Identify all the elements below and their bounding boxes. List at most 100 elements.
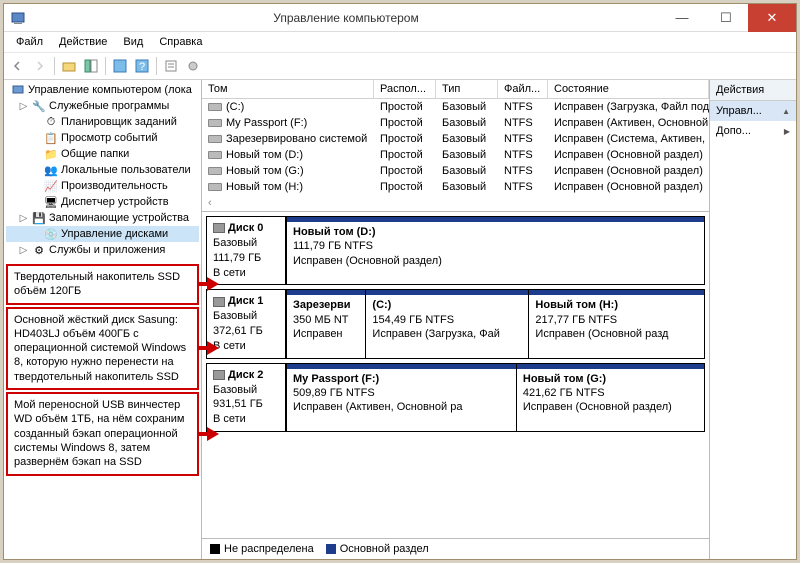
window-buttons: — ☐ ✕ xyxy=(660,4,796,32)
tree-item-label: Просмотр событий xyxy=(61,132,158,144)
tree-item-label: Производительность xyxy=(61,180,168,192)
tree-item-label: Запоминающие устройства xyxy=(49,212,189,224)
volume-header: Том Распол... Тип Файл... Состояние xyxy=(202,80,709,99)
action-manage[interactable]: Управл...▲ xyxy=(710,101,796,121)
arrow-icon xyxy=(207,427,219,441)
volume-row[interactable]: My Passport (F:)ПростойБазовыйNTFSИсправ… xyxy=(202,115,709,131)
properties-button[interactable] xyxy=(161,56,181,76)
folder-button[interactable] xyxy=(59,56,79,76)
col-volume[interactable]: Том xyxy=(202,80,374,98)
partition[interactable]: Новый том (D:)111,79 ГБ NTFSИсправен (Ос… xyxy=(286,217,704,284)
refresh-button[interactable] xyxy=(110,56,130,76)
menu-action[interactable]: Действие xyxy=(53,34,113,50)
drive-icon xyxy=(208,135,222,143)
tree-item[interactable]: 📁Общие папки xyxy=(6,146,199,162)
drive-icon xyxy=(208,103,222,111)
disk-info[interactable]: Диск 2Базовый931,51 ГБВ сети xyxy=(206,363,286,432)
tree-item[interactable]: ▷⚙Службы и приложения xyxy=(6,242,199,258)
tree-item[interactable]: 💿Управление дисками xyxy=(6,226,199,242)
tree-item[interactable]: 👥Локальные пользователи xyxy=(6,162,199,178)
menu-help[interactable]: Справка xyxy=(153,34,208,50)
disk-info[interactable]: Диск 0Базовый111,79 ГБВ сети xyxy=(206,216,286,285)
tree-item-label: Управление дисками xyxy=(61,228,168,240)
tree-node-icon: 💾 xyxy=(32,211,46,225)
back-button[interactable] xyxy=(8,56,28,76)
window: Управление компьютером — ☐ ✕ Файл Действ… xyxy=(3,3,797,560)
tree-item[interactable]: 📋Просмотр событий xyxy=(6,130,199,146)
col-layout[interactable]: Распол... xyxy=(374,80,436,98)
volume-row[interactable]: (C:)ПростойБазовыйNTFSИсправен (Загрузка… xyxy=(202,99,709,115)
titlebar: Управление компьютером — ☐ ✕ xyxy=(4,4,796,32)
tree-item-label: Локальные пользователи xyxy=(61,164,191,176)
tree-item[interactable]: 📈Производительность xyxy=(6,178,199,194)
forward-button[interactable] xyxy=(30,56,50,76)
tree-item-label: Службы и приложения xyxy=(49,244,165,256)
disk-icon xyxy=(213,370,225,380)
disk-partitions: Зарезерви350 МБ NTИсправен(C:)154,49 ГБ … xyxy=(286,289,705,358)
tree-root-item[interactable]: Управление компьютером (лока xyxy=(6,82,199,98)
tree-node-icon: ⏱ xyxy=(44,115,58,129)
legend-unallocated: Не распределена xyxy=(210,543,314,555)
disk-block: Диск 2Базовый931,51 ГБВ сетиMy Passport … xyxy=(206,363,705,432)
volume-row[interactable]: Новый том (D:)ПростойБазовыйNTFSИсправен… xyxy=(202,147,709,163)
help-button[interactable]: ? xyxy=(132,56,152,76)
expand-icon[interactable]: ▷ xyxy=(18,101,29,112)
volume-row[interactable]: Зарезервировано системойПростойБазовыйNT… xyxy=(202,131,709,147)
partition[interactable]: Новый том (G:)421,62 ГБ NTFSИсправен (Ос… xyxy=(516,364,704,431)
tree-node-icon: 📋 xyxy=(44,131,58,145)
window-title: Управление компьютером xyxy=(32,11,660,25)
annotation-usb: Мой переносной USB винчестер WD объём 1Т… xyxy=(6,392,199,475)
annotation-ssd: Твердотельный накопитель SSD объём 120ГБ xyxy=(6,264,199,305)
annotation-hdd: Основной жёсткий диск Sasung: HD403LJ об… xyxy=(6,307,199,390)
volume-table: Том Распол... Тип Файл... Состояние (C:)… xyxy=(202,80,709,212)
scroll-left-icon[interactable]: ‹ xyxy=(202,195,709,211)
disk-icon xyxy=(213,223,225,233)
tree-node-icon: 👥 xyxy=(44,163,58,177)
drive-icon xyxy=(208,119,222,127)
layout-button[interactable] xyxy=(81,56,101,76)
chevron-right-icon: ▶ xyxy=(784,127,790,136)
arrow-icon xyxy=(207,341,219,355)
annotations: Твердотельный накопитель SSD объём 120ГБ… xyxy=(4,260,201,559)
app-icon xyxy=(10,10,26,26)
menu-view[interactable]: Вид xyxy=(117,34,149,50)
partition[interactable]: My Passport (F:)509,89 ГБ NTFSИсправен (… xyxy=(286,364,516,431)
drive-icon xyxy=(208,183,222,191)
tree-item[interactable]: ▷💾Запоминающие устройства xyxy=(6,210,199,226)
volume-row[interactable]: Новый том (H:)ПростойБазовыйNTFSИсправен… xyxy=(202,179,709,195)
arrow-icon xyxy=(207,277,219,291)
content: Управление компьютером (лока ▷🔧Служебные… xyxy=(4,80,796,559)
actions-pane: Действия Управл...▲ Допо...▶ xyxy=(710,80,796,559)
menu-file[interactable]: Файл xyxy=(10,34,49,50)
col-type[interactable]: Тип xyxy=(436,80,498,98)
toolbar: ? xyxy=(4,53,796,80)
actions-title: Действия xyxy=(710,80,796,101)
tree-item[interactable]: ▷🔧Служебные программы xyxy=(6,98,199,114)
tree-item[interactable]: 🖥Диспетчер устройств xyxy=(6,194,199,210)
tree-node-icon: 🔧 xyxy=(32,99,46,113)
legend-primary: Основной раздел xyxy=(326,543,429,555)
action-more[interactable]: Допо...▶ xyxy=(710,121,796,141)
tree-node-icon: ⚙ xyxy=(32,243,46,257)
expand-icon[interactable]: ▷ xyxy=(18,213,29,224)
tree-item-label: Служебные программы xyxy=(49,100,169,112)
minimize-button[interactable]: — xyxy=(660,4,704,32)
legend: Не распределена Основной раздел xyxy=(202,538,709,559)
settings-button[interactable] xyxy=(183,56,203,76)
menubar: Файл Действие Вид Справка xyxy=(4,32,796,53)
tree-item-label: Диспетчер устройств xyxy=(61,196,169,208)
partition[interactable]: Зарезерви350 МБ NTИсправен xyxy=(286,290,365,357)
volume-row[interactable]: Новый том (G:)ПростойБазовыйNTFSИсправен… xyxy=(202,163,709,179)
tree-item[interactable]: ⏱Планировщик заданий xyxy=(6,114,199,130)
center-pane: Том Распол... Тип Файл... Состояние (C:)… xyxy=(202,80,710,559)
col-state[interactable]: Состояние xyxy=(548,80,709,98)
partition[interactable]: Новый том (H:)217,77 ГБ NTFSИсправен (Ос… xyxy=(528,290,704,357)
tree-node-icon: 📁 xyxy=(44,147,58,161)
expand-icon[interactable]: ▷ xyxy=(18,245,29,256)
tree: Управление компьютером (лока ▷🔧Служебные… xyxy=(4,80,201,260)
close-button[interactable]: ✕ xyxy=(748,4,796,32)
partition[interactable]: (C:)154,49 ГБ NTFSИсправен (Загрузка, Фа… xyxy=(365,290,528,357)
col-fs[interactable]: Файл... xyxy=(498,80,548,98)
maximize-button[interactable]: ☐ xyxy=(704,4,748,32)
disk-block: Диск 1Базовый372,61 ГБВ сетиЗарезерви350… xyxy=(206,289,705,358)
